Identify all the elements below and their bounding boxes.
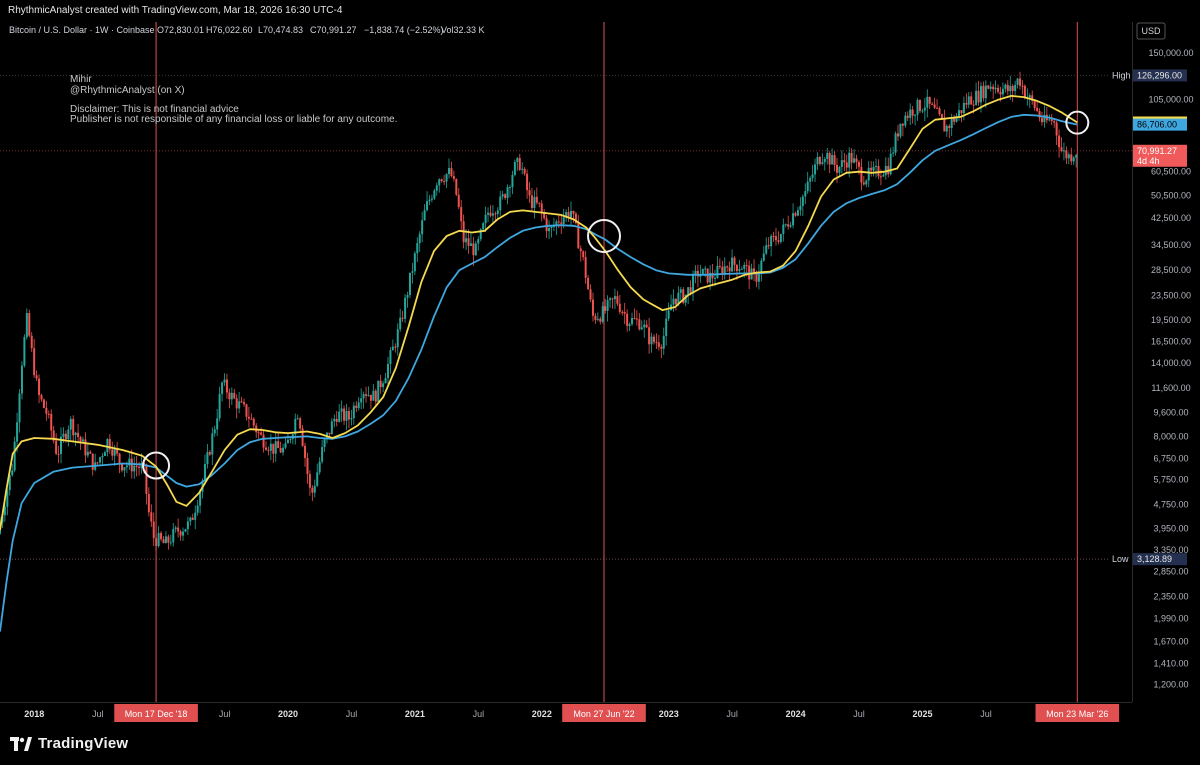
price-tick-label: 3,950.00 bbox=[1153, 524, 1188, 534]
svg-text:Mon 23 Mar '26: Mon 23 Mar '26 bbox=[1046, 709, 1108, 719]
note-author: Mihir bbox=[70, 74, 92, 85]
price-tick-label: 1,410.00 bbox=[1153, 658, 1188, 668]
currency-label: USD bbox=[1141, 26, 1161, 36]
low-tag: Low bbox=[1108, 553, 1132, 566]
time-tick-label: Jul bbox=[92, 709, 104, 719]
note-disclaimer-2: Publisher is not responsible of any fina… bbox=[70, 114, 397, 125]
time-tick-label: Jul bbox=[346, 709, 358, 719]
candle bbox=[701, 268, 704, 275]
candle bbox=[23, 334, 26, 368]
price-tick-label: 28,500.00 bbox=[1151, 265, 1191, 275]
marker-date-tag-0: Mon 17 Dec '18 bbox=[114, 704, 198, 722]
svg-text:Mon 27 Jun '22: Mon 27 Jun '22 bbox=[573, 709, 634, 719]
price-tick-label: 1,670.00 bbox=[1153, 636, 1188, 646]
candle bbox=[25, 308, 28, 340]
time-tick-label: Jul bbox=[853, 709, 865, 719]
price-chart-svg[interactable]: Bitcoin / U.S. Dollar · 1W · Coinbase O7… bbox=[0, 22, 1200, 727]
close-value: C70,991.27 bbox=[310, 25, 357, 35]
price-tick-label: 34,500.00 bbox=[1151, 240, 1191, 250]
price-tick-label: 14,000.00 bbox=[1151, 358, 1191, 368]
candle bbox=[894, 131, 897, 156]
change-value: −1,838.74 (−2.52%) bbox=[364, 25, 444, 35]
price-tick-label: 19,500.00 bbox=[1151, 315, 1191, 325]
price-axis-border bbox=[1132, 22, 1133, 702]
candle bbox=[899, 123, 902, 139]
last-price-tag: 70,991.274d 4h bbox=[1133, 144, 1187, 167]
price-tick-label: 11,600.00 bbox=[1151, 383, 1190, 393]
time-tick-label: Jul bbox=[473, 709, 485, 719]
high-value: H76,022.60 bbox=[206, 25, 253, 35]
price-tick-label: 105,000.00 bbox=[1148, 95, 1193, 105]
price-tick-label: 9,600.00 bbox=[1153, 408, 1188, 418]
price-tick-label: 2,350.00 bbox=[1153, 592, 1188, 602]
header-bar: RhythmicAnalyst created with TradingView… bbox=[0, 0, 1200, 22]
tradingview-logo[interactable]: TradingView bbox=[10, 735, 128, 752]
chart-credit: RhythmicAnalyst created with TradingView… bbox=[8, 5, 343, 16]
candle bbox=[13, 436, 16, 473]
ma-slow-price-tag: 86,706.00 bbox=[1133, 118, 1187, 131]
symbol-name: Bitcoin / U.S. Dollar · 1W · Coinbase bbox=[9, 25, 155, 35]
price-tick-label: 4,750.00 bbox=[1153, 500, 1188, 510]
candle bbox=[682, 287, 685, 305]
candle bbox=[28, 309, 31, 338]
time-tick-label: Jul bbox=[980, 709, 992, 719]
candle bbox=[377, 380, 380, 402]
time-tick-label: Jul bbox=[726, 709, 738, 719]
svg-text:70,991.27: 70,991.27 bbox=[1137, 146, 1177, 156]
chart-area[interactable]: Bitcoin / U.S. Dollar · 1W · Coinbase O7… bbox=[0, 22, 1200, 727]
marker-date-tag-2: Mon 23 Mar '26 bbox=[1035, 704, 1120, 722]
candle bbox=[404, 294, 407, 323]
candle bbox=[455, 178, 458, 197]
note-handle: @RhythmicAnalyst (on X) bbox=[70, 85, 185, 96]
price-tick-label: 150,000.00 bbox=[1148, 48, 1193, 58]
low-price-tag: 3,128.89 bbox=[1133, 553, 1187, 566]
time-tick-label: Jul bbox=[219, 709, 231, 719]
time-tick-label: 2022 bbox=[532, 709, 552, 719]
svg-text:3,128.89: 3,128.89 bbox=[1137, 554, 1172, 564]
price-tick-label: 8,000.00 bbox=[1153, 431, 1188, 441]
price-tick-label: 2,850.00 bbox=[1153, 566, 1188, 576]
footer-bar: TradingView bbox=[0, 727, 1200, 765]
candle bbox=[574, 211, 577, 225]
open-value: O72,830.01 bbox=[157, 25, 204, 35]
marker-date-tag-1: Mon 27 Jun '22 bbox=[562, 704, 646, 722]
high-price-tag: 126,296.00 bbox=[1133, 69, 1187, 82]
time-tick-label: 2024 bbox=[786, 709, 806, 719]
price-tick-label: 23,500.00 bbox=[1151, 290, 1191, 300]
price-tick-label: 50,500.00 bbox=[1151, 190, 1191, 200]
time-tick-label: 2020 bbox=[278, 709, 298, 719]
svg-text:86,706.00: 86,706.00 bbox=[1137, 120, 1177, 130]
svg-text:Low: Low bbox=[1112, 554, 1129, 564]
price-tick-label: 60,500.00 bbox=[1151, 167, 1191, 177]
price-tick-label: 1,990.00 bbox=[1153, 613, 1188, 623]
high-tag: High bbox=[1108, 69, 1132, 82]
price-tick-label: 6,750.00 bbox=[1153, 454, 1188, 464]
chart-background bbox=[0, 22, 1200, 727]
price-tick-label: 42,500.00 bbox=[1151, 213, 1191, 223]
candle bbox=[42, 398, 45, 409]
svg-text:High: High bbox=[1112, 70, 1131, 80]
time-tick-label: 2023 bbox=[659, 709, 679, 719]
price-tick-label: 5,750.00 bbox=[1153, 475, 1188, 485]
time-tick-label: 2021 bbox=[405, 709, 425, 719]
low-value: L70,474.83 bbox=[258, 25, 303, 35]
candle bbox=[408, 272, 411, 299]
time-axis-border bbox=[0, 702, 1132, 703]
candle bbox=[706, 268, 709, 285]
candle bbox=[513, 159, 516, 177]
tradingview-icon bbox=[10, 736, 32, 751]
svg-text:126,296.00: 126,296.00 bbox=[1137, 70, 1182, 80]
tradingview-brand: TradingView bbox=[38, 735, 129, 752]
time-tick-label: 2018 bbox=[24, 709, 44, 719]
svg-text:4d 4h: 4d 4h bbox=[1137, 156, 1160, 166]
price-tick-label: 1,200.00 bbox=[1153, 680, 1188, 690]
price-tick-label: 16,500.00 bbox=[1151, 337, 1191, 347]
time-tick-label: 2025 bbox=[912, 709, 932, 719]
volume-value: Vol32.33 K bbox=[441, 25, 485, 35]
svg-text:Mon 17 Dec '18: Mon 17 Dec '18 bbox=[125, 709, 188, 719]
